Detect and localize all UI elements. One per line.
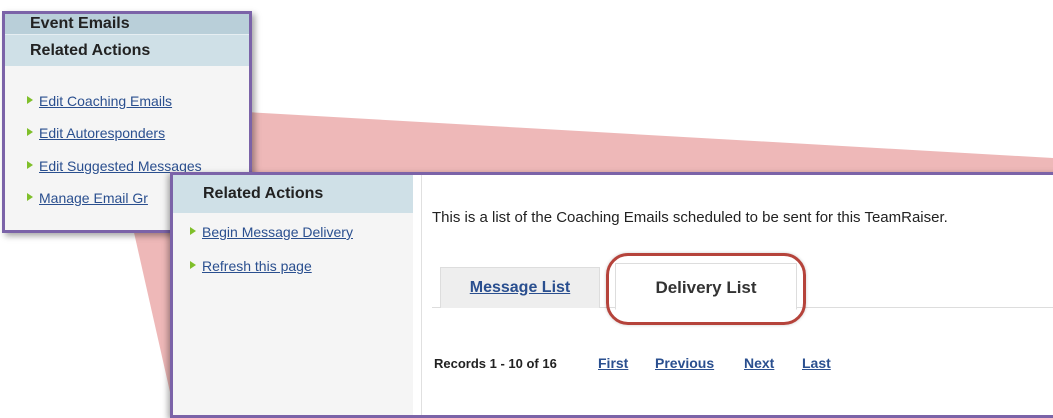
- manage-email-groups-link[interactable]: Manage Email Gr: [39, 190, 148, 206]
- sidebar-item-refresh-page[interactable]: Refresh this page: [190, 258, 312, 274]
- sidebar-item-begin-message-delivery[interactable]: Begin Message Delivery: [190, 224, 353, 240]
- pager-next[interactable]: Next: [744, 355, 774, 371]
- page-description: This is a list of the Coaching Emails sc…: [432, 209, 948, 226]
- sidebar-item-edit-autoresponders[interactable]: Edit Autoresponders: [27, 125, 165, 141]
- sidebar-item-edit-coaching-emails[interactable]: Edit Coaching Emails: [27, 93, 172, 109]
- next-page-link[interactable]: Next: [744, 355, 774, 371]
- tab-message-list[interactable]: Message List: [440, 267, 600, 308]
- tab-delivery-list[interactable]: Delivery List: [615, 263, 797, 310]
- records-count: Records 1 - 10 of 16: [434, 356, 557, 371]
- bullet-arrow-icon: [27, 128, 33, 136]
- bullet-arrow-icon: [190, 227, 196, 235]
- pager-previous[interactable]: Previous: [655, 355, 714, 371]
- bullet-arrow-icon: [27, 96, 33, 104]
- tab-bar: Message List Delivery List: [432, 253, 1053, 325]
- coaching-emails-panel: Related Actions Begin Message Delivery R…: [170, 172, 1053, 418]
- edit-coaching-emails-link[interactable]: Edit Coaching Emails: [39, 93, 172, 109]
- begin-message-delivery-link[interactable]: Begin Message Delivery: [202, 224, 353, 240]
- bullet-arrow-icon: [190, 261, 196, 269]
- event-emails-heading: Event Emails: [5, 14, 249, 34]
- pager-first[interactable]: First: [598, 355, 628, 371]
- previous-page-link[interactable]: Previous: [655, 355, 714, 371]
- sidebar-item-manage-email-groups[interactable]: Manage Email Gr: [27, 190, 148, 206]
- message-list-tab-link[interactable]: Message List: [470, 279, 570, 296]
- bullet-arrow-icon: [27, 193, 33, 201]
- main-content: This is a list of the Coaching Emails sc…: [421, 175, 1053, 415]
- edit-autoresponders-link[interactable]: Edit Autoresponders: [39, 125, 165, 141]
- pager-last[interactable]: Last: [802, 355, 831, 371]
- refresh-page-link[interactable]: Refresh this page: [202, 258, 312, 274]
- related-actions-heading: Related Actions: [5, 34, 249, 66]
- bullet-arrow-icon: [27, 161, 33, 169]
- first-page-link[interactable]: First: [598, 355, 628, 371]
- last-page-link[interactable]: Last: [802, 355, 831, 371]
- related-actions-heading: Related Actions: [173, 175, 413, 213]
- related-actions-sidebar: Related Actions Begin Message Delivery R…: [173, 175, 413, 415]
